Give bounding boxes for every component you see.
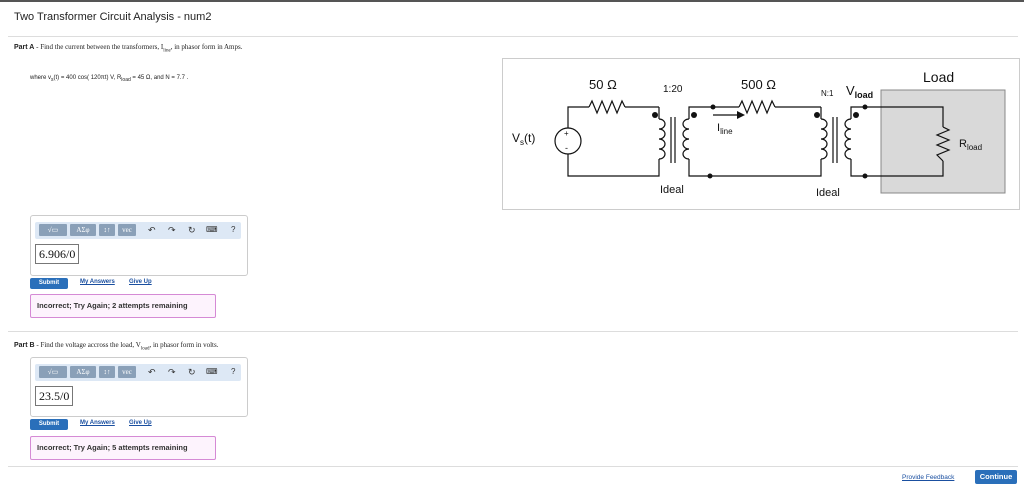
keyboard-icon[interactable]: ⌨ [206,224,218,236]
undo-icon[interactable]: ↶ [148,366,156,378]
resistor-500 [738,99,776,115]
redo-icon[interactable]: ↷ [168,366,176,378]
part-a-prompt: Part A - Find the current between the tr… [14,43,243,54]
undo-icon[interactable]: ↶ [148,224,156,236]
svg-text:50 Ω: 50 Ω [589,77,617,92]
help-button[interactable]: ? [231,366,235,378]
part-a-given-values: where vs(t) = 400 cos( 120πt) V, Rload =… [30,75,189,84]
part-b-my-answers-link[interactable]: My Answers [80,420,115,426]
math-toolbar: √▭ ΑΣφ ↕↑ vec ↶ ↷ ↻ ⌨ ? [35,222,241,239]
keyboard-icon[interactable]: ⌨ [206,366,218,378]
redo-icon[interactable]: ↷ [168,224,176,236]
arrows-button[interactable]: ↕↑ [99,366,115,378]
load-label: Load [923,69,954,85]
svg-text:500 Ω: 500 Ω [741,77,776,92]
divider [8,331,1018,332]
math-toolbar: √▭ ΑΣφ ↕↑ vec ↶ ↷ ↻ ⌨ ? [35,364,241,381]
part-a-give-up-link[interactable]: Give Up [129,279,152,285]
part-b-prompt: Part B - Find the voltage accross the lo… [14,341,219,352]
greek-symbols-button[interactable]: ΑΣφ [70,366,96,378]
provide-feedback-link[interactable]: Provide Feedback [902,474,954,481]
vload-label: Vload [846,83,873,100]
page-title: Two Transformer Circuit Analysis - num2 [14,11,212,23]
svg-text:1:20: 1:20 [663,84,683,95]
vec-button[interactable]: vec [118,366,136,378]
part-b-give-up-link[interactable]: Give Up [129,420,152,426]
help-button[interactable]: ? [231,224,235,236]
greek-symbols-button[interactable]: ΑΣφ [70,224,96,236]
load-box [880,89,1006,194]
svg-text:Ideal: Ideal [816,187,840,199]
reset-icon[interactable]: ↻ [188,224,196,236]
part-a-submit-button[interactable]: Submit [30,278,68,289]
continue-button[interactable]: Continue [975,470,1017,484]
part-b-submit-button[interactable]: Submit [30,419,68,430]
part-a-answer-input[interactable]: 6.906/0 [35,244,80,264]
vs-label: Vs(t) [512,131,535,147]
top-border [0,0,1024,2]
svg-text:Ideal: Ideal [660,184,684,196]
arrows-button[interactable]: ↕↑ [99,224,115,236]
divider [8,466,1018,467]
svg-text:N:1: N:1 [821,89,834,98]
part-a-my-answers-link[interactable]: My Answers [80,279,115,285]
svg-text:+: + [564,129,569,138]
iline-label: Iline [717,122,733,136]
svg-text:-: - [565,143,568,153]
vec-button[interactable]: vec [118,224,136,236]
part-a-feedback: Incorrect; Try Again; 2 attempts remaini… [30,294,216,318]
reset-icon[interactable]: ↻ [188,366,196,378]
resistor-50 [588,99,626,115]
sqrt-template-button[interactable]: √▭ [39,224,67,236]
divider [8,36,1018,37]
sqrt-template-button[interactable]: √▭ [39,366,67,378]
part-a-answer-box: √▭ ΑΣφ ↕↑ vec ↶ ↷ ↻ ⌨ ? 6.906/0 [30,215,248,276]
part-b-feedback: Incorrect; Try Again; 5 attempts remaini… [30,436,216,460]
circuit-diagram: Load + - Vs(t) 50 Ω 1:20 Ideal 500 Ω Ili… [502,58,1020,210]
part-b-answer-box: √▭ ΑΣφ ↕↑ vec ↶ ↷ ↻ ⌨ ? 23.5/0 [30,357,248,417]
part-b-answer-input[interactable]: 23.5/0 [35,386,74,406]
